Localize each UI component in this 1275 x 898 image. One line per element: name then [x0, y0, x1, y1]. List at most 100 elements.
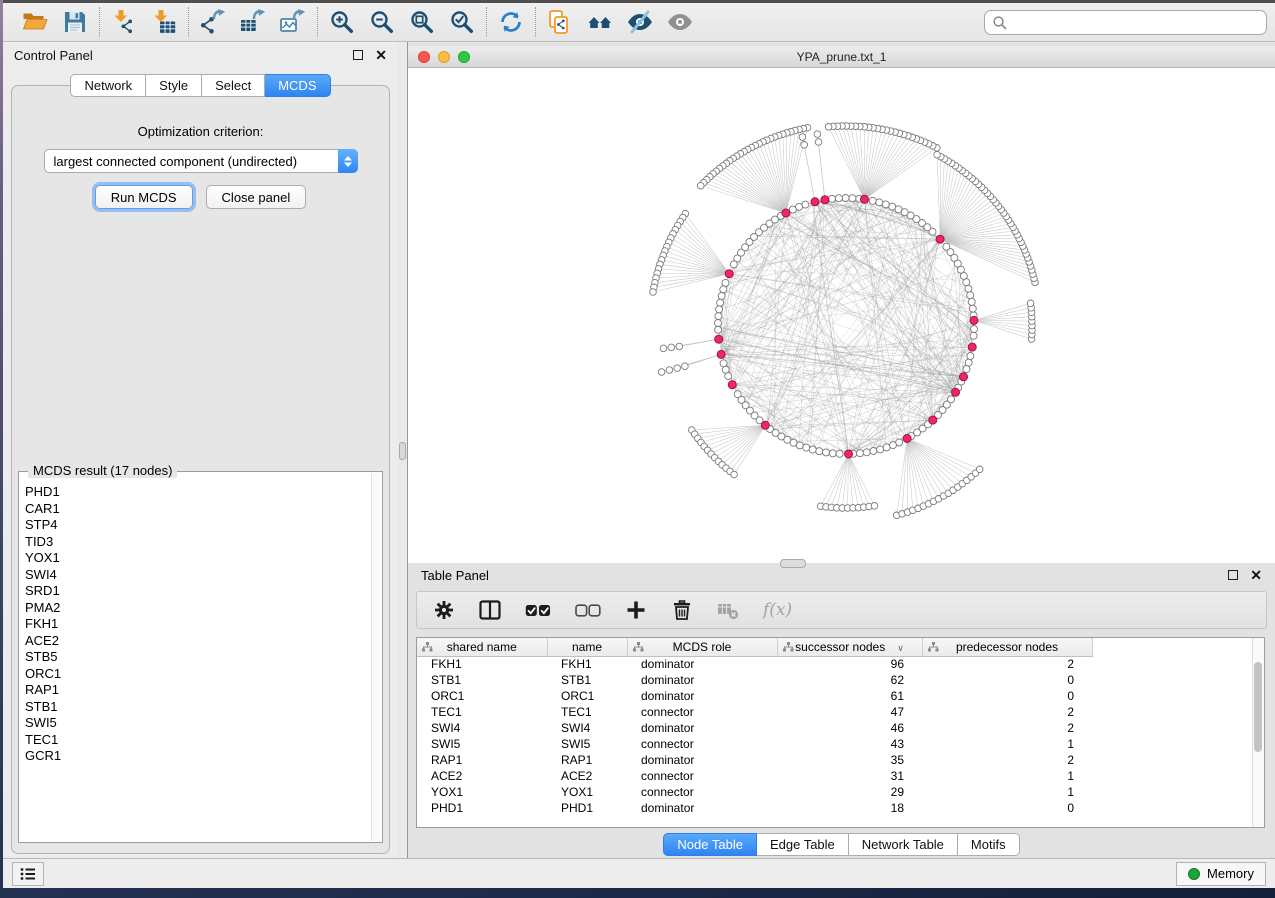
network-node[interactable] — [823, 449, 830, 456]
import-table-button[interactable] — [150, 8, 178, 36]
leaf-node[interactable] — [799, 134, 806, 141]
table-row[interactable]: TEC1TEC1connector472 — [417, 704, 1092, 720]
network-node[interactable] — [835, 195, 842, 202]
leaf-node[interactable] — [658, 369, 665, 376]
mcds-result-item[interactable]: TEC1 — [23, 732, 368, 749]
network-node[interactable] — [720, 360, 727, 367]
leaf-node[interactable] — [731, 471, 738, 478]
new-network-from-selection-button[interactable] — [546, 8, 574, 36]
network-node[interactable] — [969, 305, 976, 312]
mcds-result-item[interactable]: FKH1 — [23, 616, 368, 633]
maximize-window-icon[interactable] — [458, 51, 470, 63]
tab-network[interactable]: Network — [70, 74, 146, 97]
network-node[interactable] — [943, 243, 950, 250]
network-node[interactable] — [809, 446, 816, 453]
mcds-result-item[interactable]: SWI4 — [23, 567, 368, 584]
save-session-button[interactable] — [61, 8, 89, 36]
leaf-node[interactable] — [1027, 300, 1034, 307]
splitter-handle[interactable] — [399, 442, 406, 460]
network-node[interactable] — [715, 326, 722, 333]
network-node[interactable] — [883, 444, 890, 451]
table-scrollbar-thumb[interactable] — [1254, 662, 1262, 752]
table-row[interactable]: SWI4SWI4dominator462 — [417, 720, 1092, 736]
network-node[interactable] — [849, 195, 856, 202]
mcds-node[interactable] — [845, 450, 853, 458]
table-mode-settings-button[interactable] — [433, 599, 455, 621]
mcds-result-item[interactable]: SRD1 — [23, 583, 368, 600]
leaf-node[interactable] — [682, 363, 689, 370]
mcds-node[interactable] — [861, 195, 869, 203]
leaf-node[interactable] — [801, 142, 808, 149]
zoom-selected-button[interactable] — [448, 8, 476, 36]
leaf-node[interactable] — [660, 345, 667, 352]
tab-select[interactable]: Select — [202, 74, 265, 97]
network-node[interactable] — [963, 366, 970, 373]
column-header-successor-nodes[interactable]: successor nodes∨ — [777, 638, 922, 656]
mcds-result-item[interactable]: CAR1 — [23, 501, 368, 518]
mcds-node[interactable] — [968, 343, 976, 351]
leaf-node[interactable] — [871, 503, 878, 510]
function-builder-button[interactable]: f(x) — [763, 600, 792, 620]
tab-network-table[interactable]: Network Table — [849, 833, 958, 856]
close-panel-button[interactable]: Close panel — [206, 185, 307, 209]
select-all-button[interactable] — [525, 604, 551, 617]
network-node[interactable] — [971, 326, 978, 333]
mcds-result-item[interactable]: PHD1 — [23, 484, 368, 501]
float-table-panel-icon[interactable] — [1228, 570, 1238, 580]
zoom-fit-button[interactable] — [408, 8, 436, 36]
network-node[interactable] — [725, 373, 732, 380]
close-table-panel-icon[interactable]: ✕ — [1250, 570, 1262, 580]
network-node[interactable] — [836, 450, 843, 457]
table-row[interactable]: FKH1FKH1dominator962 — [417, 656, 1092, 672]
mcds-result-item[interactable]: TID3 — [23, 534, 368, 551]
network-node[interactable] — [718, 293, 725, 300]
mcds-node[interactable] — [782, 209, 790, 217]
network-node[interactable] — [722, 279, 729, 286]
network-node[interactable] — [715, 313, 722, 320]
table-row[interactable]: PHD1PHD1dominator180 — [417, 800, 1092, 816]
mcds-result-item[interactable]: YOX1 — [23, 550, 368, 567]
network-node[interactable] — [965, 359, 972, 366]
tab-edge-table[interactable]: Edge Table — [757, 833, 849, 856]
table-scrollbar[interactable] — [1252, 638, 1264, 827]
network-node[interactable] — [796, 442, 803, 449]
panel-menu-button[interactable] — [12, 862, 44, 886]
create-column-button[interactable] — [625, 599, 647, 621]
import-network-button[interactable] — [110, 8, 138, 36]
mcds-node[interactable] — [936, 235, 944, 243]
mcds-node[interactable] — [960, 373, 968, 381]
tab-mcds[interactable]: MCDS — [265, 74, 330, 97]
leaf-node[interactable] — [815, 139, 822, 146]
leaf-node[interactable] — [814, 131, 821, 138]
network-node[interactable] — [816, 448, 823, 455]
network-node[interactable] — [968, 298, 975, 305]
mcds-node[interactable] — [821, 196, 829, 204]
mcds-result-item[interactable]: SWI5 — [23, 715, 368, 732]
column-header-mcds-role[interactable]: MCDS role — [627, 638, 777, 656]
network-node[interactable] — [877, 446, 884, 453]
memory-button[interactable]: Memory — [1176, 862, 1266, 886]
leaf-node[interactable] — [934, 151, 941, 158]
network-node[interactable] — [970, 332, 977, 339]
mcds-node[interactable] — [811, 198, 819, 206]
table-row[interactable]: RAP1RAP1dominator352 — [417, 752, 1092, 768]
network-graph[interactable] — [408, 68, 1275, 563]
mcds-node[interactable] — [929, 416, 937, 424]
column-header-predecessor-nodes[interactable]: predecessor nodes — [922, 638, 1092, 656]
leaf-node[interactable] — [825, 124, 832, 131]
network-node[interactable] — [803, 444, 810, 451]
vertical-splitter[interactable] — [398, 42, 408, 858]
leaf-node[interactable] — [666, 367, 673, 374]
leaf-node[interactable] — [674, 365, 681, 372]
network-node[interactable] — [967, 292, 974, 299]
run-mcds-button[interactable]: Run MCDS — [95, 185, 193, 209]
network-node[interactable] — [716, 306, 723, 313]
mcds-node[interactable] — [761, 421, 769, 429]
mcds-result-item[interactable]: STB5 — [23, 649, 368, 666]
export-table-button[interactable] — [239, 8, 267, 36]
network-node[interactable] — [965, 285, 972, 292]
deselect-all-button[interactable] — [575, 604, 601, 617]
column-header-shared-name[interactable]: shared name — [417, 638, 547, 656]
leaf-node[interactable] — [668, 344, 675, 351]
tab-node-table[interactable]: Node Table — [663, 833, 757, 856]
